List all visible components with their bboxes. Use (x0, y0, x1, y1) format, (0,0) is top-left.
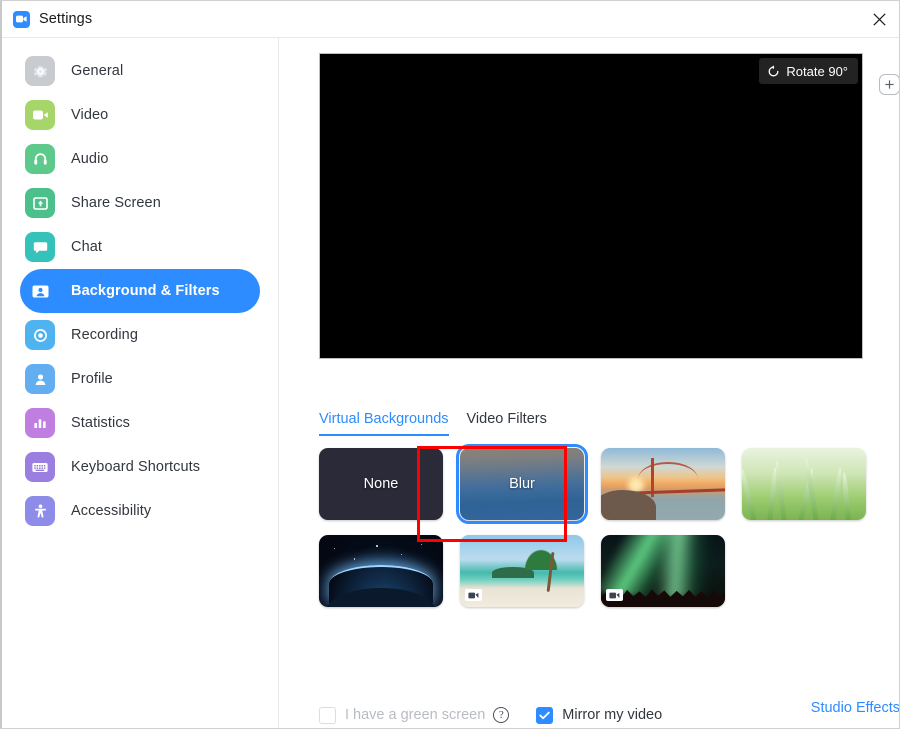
record-circle-icon (25, 320, 55, 350)
checkbox-box (319, 706, 336, 724)
sidebar-item-general[interactable]: General (20, 49, 260, 93)
rotate-ccw-icon (767, 64, 786, 78)
title-bar: Settings (2, 1, 899, 38)
question-mark-icon[interactable]: ? (493, 707, 510, 723)
sidebar-item-recording[interactable]: Recording (20, 313, 260, 357)
sidebar-item-accessibility[interactable]: Accessibility (20, 489, 260, 533)
grass-blade (773, 459, 787, 520)
rotate-90-label: Rotate 90° (786, 63, 848, 79)
plus-icon (884, 79, 895, 90)
star-decoration (420, 543, 423, 546)
video-badge-icon (606, 589, 623, 601)
background-thumb-label: None (363, 476, 399, 492)
background-thumb-earth-from-space[interactable] (319, 535, 443, 607)
add-background-button[interactable] (879, 74, 899, 95)
tab-virtual-backgrounds[interactable]: Virtual Backgrounds (319, 411, 449, 436)
green-screen-checkbox[interactable]: I have a green screen (319, 706, 486, 724)
sidebar-item-label: Background & Filters (71, 283, 220, 299)
sidebar-item-label: Statistics (71, 415, 131, 431)
background-thumb-aurora-borealis[interactable] (601, 535, 725, 607)
rotate-90-button[interactable]: Rotate 90° (759, 58, 858, 84)
bridge-deck-decoration (633, 488, 725, 495)
headphones-icon (25, 144, 55, 174)
green-screen-label: I have a green screen (345, 707, 486, 723)
background-thumb-golden-gate-bridge[interactable] (601, 448, 725, 520)
mirror-video-checkbox[interactable]: Mirror my video (536, 706, 663, 724)
sidebar-item-label: Accessibility (71, 503, 152, 519)
sidebar-item-video[interactable]: Video (20, 93, 260, 137)
sidebar-item-label: Chat (71, 239, 103, 255)
studio-effects-link[interactable]: Studio Effects (811, 700, 899, 716)
background-thumb-none[interactable]: None (319, 448, 443, 520)
sidebar-item-label: Share Screen (71, 195, 161, 211)
bottom-controls: I have a green screen ? Mirror my video (319, 700, 863, 728)
sidebar-item-label: Audio (71, 151, 109, 167)
settings-sidebar: General Video Audio Share Screen Chat Ba… (2, 38, 279, 728)
sidebar-item-label: General (71, 63, 124, 79)
sidebar-item-statistics[interactable]: Statistics (20, 401, 260, 445)
background-thumb-grass[interactable] (742, 448, 866, 520)
star-decoration (353, 558, 356, 560)
sidebar-item-keyboard-shortcuts[interactable]: Keyboard Shortcuts (20, 445, 260, 489)
window-title: Settings (39, 11, 93, 27)
sidebar-item-label: Recording (71, 327, 138, 343)
close-icon[interactable] (856, 1, 899, 37)
background-thumb-label: Blur (509, 476, 535, 492)
sidebar-item-audio[interactable]: Audio (20, 137, 260, 181)
sidebar-item-background-filters[interactable]: Background & Filters (20, 269, 260, 313)
checkbox-box (536, 706, 554, 724)
tab-video-filters[interactable]: Video Filters (467, 411, 547, 436)
gear-icon (25, 56, 55, 86)
grass-blade (830, 466, 843, 520)
sidebar-item-chat[interactable]: Chat (20, 225, 260, 269)
chat-bubble-icon (25, 232, 55, 262)
grass-blade (742, 467, 757, 520)
star-decoration (333, 547, 336, 550)
sidebar-item-profile[interactable]: Profile (20, 357, 260, 401)
background-filters-panel: Rotate 90° Virtual Backgrounds Video Fil… (280, 38, 899, 728)
sidebar-item-share-screen[interactable]: Share Screen (20, 181, 260, 225)
keyboard-icon (25, 452, 55, 482)
sidebar-item-label: Video (71, 107, 109, 123)
settings-window: Settings General Video Audio Share Scree… (0, 0, 900, 729)
video-camera-icon (25, 100, 55, 130)
zoom-video-icon (13, 10, 30, 28)
background-thumb-beach[interactable] (460, 535, 584, 607)
bridge-cable-decoration (638, 462, 698, 486)
background-thumbnail-grid: None Blur (319, 444, 869, 607)
star-decoration (376, 545, 378, 547)
share-screen-icon (25, 188, 55, 218)
mirror-video-label: Mirror my video (562, 707, 663, 723)
grass-blade (841, 472, 852, 520)
accessibility-icon (25, 496, 55, 526)
background-tabs: Virtual Backgrounds Video Filters (319, 411, 863, 441)
background-thumb-blur[interactable]: Blur (456, 444, 588, 524)
star-decoration (400, 553, 403, 556)
sidebar-item-label: Keyboard Shortcuts (71, 459, 201, 475)
sidebar-item-label: Profile (71, 371, 113, 387)
person-card-icon (25, 276, 55, 306)
video-badge-icon (465, 589, 482, 601)
bar-chart-icon (25, 408, 55, 438)
cliff-decoration (601, 489, 656, 520)
video-preview: Rotate 90° (319, 53, 863, 359)
person-icon (25, 364, 55, 394)
palm-frond-decoration (519, 544, 562, 571)
